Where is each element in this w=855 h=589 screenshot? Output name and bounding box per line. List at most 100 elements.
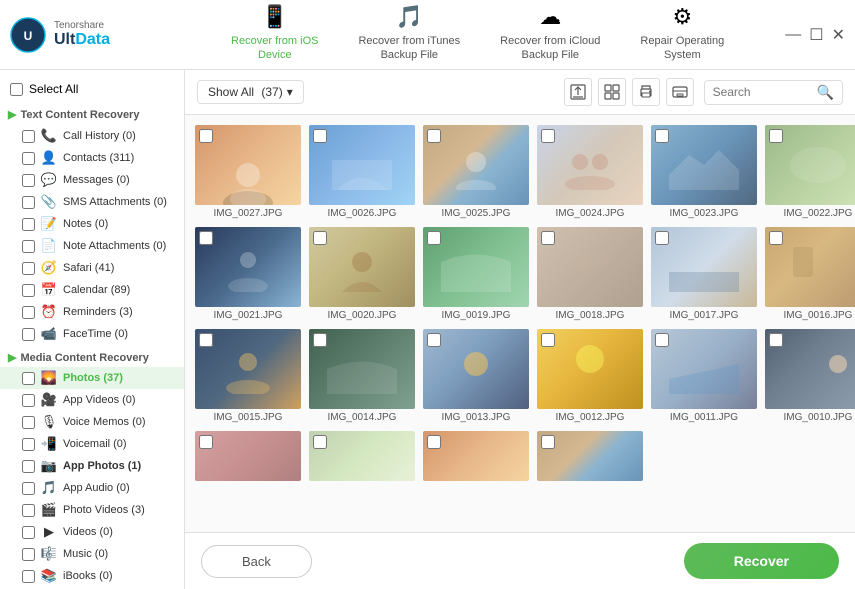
photo-thumb-img0024[interactable] bbox=[537, 125, 643, 205]
select-all-checkbox[interactable] bbox=[10, 83, 23, 96]
facetime-checkbox[interactable] bbox=[22, 328, 35, 341]
photo-select-0020[interactable] bbox=[313, 231, 327, 245]
grid-view-button[interactable] bbox=[598, 78, 626, 106]
safari-checkbox[interactable] bbox=[22, 262, 35, 275]
ibooks-checkbox[interactable] bbox=[22, 570, 35, 583]
export-device-button[interactable] bbox=[666, 78, 694, 106]
back-button[interactable]: Back bbox=[201, 545, 312, 578]
photo-thumb-img0022[interactable] bbox=[765, 125, 855, 205]
photo-select-0015[interactable] bbox=[199, 333, 213, 347]
sidebar-item-app-audio[interactable]: 🎵 App Audio (0) bbox=[0, 477, 184, 499]
note-attachments-checkbox[interactable] bbox=[22, 240, 35, 253]
photo-select-0027[interactable] bbox=[199, 129, 213, 143]
sidebar-item-voicemail[interactable]: 📲 Voicemail (0) bbox=[0, 433, 184, 455]
messages-checkbox[interactable] bbox=[22, 174, 35, 187]
sidebar-item-messages[interactable]: 💬 Messages (0) bbox=[0, 169, 184, 191]
tab-icloud[interactable]: ☁ Recover from iCloudBackup File bbox=[480, 0, 620, 75]
photo-select-0011[interactable] bbox=[655, 333, 669, 347]
export-button[interactable] bbox=[564, 78, 592, 106]
minimize-button[interactable]: — bbox=[785, 26, 801, 44]
photo-select-0019[interactable] bbox=[427, 231, 441, 245]
photo-select-0024[interactable] bbox=[541, 129, 555, 143]
sidebar-item-sms-attachments[interactable]: 📎 SMS Attachments (0) bbox=[0, 191, 184, 213]
photo-select-0010[interactable] bbox=[769, 333, 783, 347]
photo-select-0009[interactable] bbox=[199, 435, 213, 449]
videos-checkbox[interactable] bbox=[22, 526, 35, 539]
sidebar-item-music[interactable]: 🎼 Music (0) bbox=[0, 543, 184, 565]
tab-ios[interactable]: 📱 Recover from iOSDevice bbox=[211, 0, 338, 75]
search-box[interactable]: 🔍 bbox=[704, 80, 843, 105]
sidebar-item-videos[interactable]: ▶ Videos (0) bbox=[0, 521, 184, 543]
close-button[interactable]: ✕ bbox=[832, 25, 845, 45]
recover-button[interactable]: Recover bbox=[684, 543, 839, 579]
photo-select-0012[interactable] bbox=[541, 333, 555, 347]
photo-videos-checkbox[interactable] bbox=[22, 504, 35, 517]
photo-thumb-img0017[interactable] bbox=[651, 227, 757, 307]
reminders-checkbox[interactable] bbox=[22, 306, 35, 319]
maximize-button[interactable]: ☐ bbox=[809, 25, 823, 45]
photo-thumb-img0013[interactable] bbox=[423, 329, 529, 409]
photo-select-0007[interactable] bbox=[427, 435, 441, 449]
sidebar-item-app-photos[interactable]: 📷 App Photos (1) bbox=[0, 455, 184, 477]
calendar-checkbox[interactable] bbox=[22, 284, 35, 297]
photo-select-0022[interactable] bbox=[769, 129, 783, 143]
sidebar-item-contacts[interactable]: 👤 Contacts (311) bbox=[0, 147, 184, 169]
sidebar-item-voice-memos[interactable]: 🎙 Voice Memos (0) bbox=[0, 411, 184, 433]
music-checkbox[interactable] bbox=[22, 548, 35, 561]
photo-thumb-img0021[interactable] bbox=[195, 227, 301, 307]
tab-repair[interactable]: ⚙ Repair OperatingSystem bbox=[620, 0, 744, 75]
photo-select-0018[interactable] bbox=[541, 231, 555, 245]
contacts-checkbox[interactable] bbox=[22, 152, 35, 165]
photo-select-0026[interactable] bbox=[313, 129, 327, 143]
sidebar-item-call-history[interactable]: 📞 Call History (0) bbox=[0, 125, 184, 147]
sidebar-item-photo-videos[interactable]: 🎬 Photo Videos (3) bbox=[0, 499, 184, 521]
app-videos-checkbox[interactable] bbox=[22, 394, 35, 407]
sidebar-item-calendar[interactable]: 📅 Calendar (89) bbox=[0, 279, 184, 301]
sidebar-item-reminders[interactable]: ⏰ Reminders (3) bbox=[0, 301, 184, 323]
photo-thumb-img0027[interactable] bbox=[195, 125, 301, 205]
photo-thumb-img0008[interactable] bbox=[309, 431, 415, 481]
photo-select-0006[interactable] bbox=[541, 435, 555, 449]
call-history-checkbox[interactable] bbox=[22, 130, 35, 143]
sidebar-item-facetime[interactable]: 📹 FaceTime (0) bbox=[0, 323, 184, 345]
notes-checkbox[interactable] bbox=[22, 218, 35, 231]
sidebar-item-note-attachments[interactable]: 📄 Note Attachments (0) bbox=[0, 235, 184, 257]
search-icon[interactable]: 🔍 bbox=[817, 84, 834, 101]
photos-checkbox[interactable] bbox=[22, 372, 35, 385]
sidebar-item-app-videos[interactable]: 🎥 App Videos (0) bbox=[0, 389, 184, 411]
photo-thumb-img0012[interactable] bbox=[537, 329, 643, 409]
sidebar-item-notes[interactable]: 📝 Notes (0) bbox=[0, 213, 184, 235]
photo-select-0025[interactable] bbox=[427, 129, 441, 143]
photo-thumb-img0016[interactable] bbox=[765, 227, 855, 307]
app-photos-checkbox[interactable] bbox=[22, 460, 35, 473]
photo-thumb-img0011[interactable] bbox=[651, 329, 757, 409]
tab-itunes[interactable]: 🎵 Recover from iTunesBackup File bbox=[338, 0, 480, 75]
photo-thumb-img0026[interactable] bbox=[309, 125, 415, 205]
photo-thumb-img0015[interactable] bbox=[195, 329, 301, 409]
photo-select-0017[interactable] bbox=[655, 231, 669, 245]
photo-select-0014[interactable] bbox=[313, 333, 327, 347]
photo-thumb-img0010[interactable] bbox=[765, 329, 855, 409]
search-input[interactable] bbox=[713, 85, 813, 99]
show-all-button[interactable]: Show All (37) ▾ bbox=[197, 80, 304, 104]
photo-thumb-img0006[interactable] bbox=[537, 431, 643, 481]
photo-thumb-img0009[interactable] bbox=[195, 431, 301, 481]
photo-select-0021[interactable] bbox=[199, 231, 213, 245]
print-button[interactable] bbox=[632, 78, 660, 106]
voice-memos-checkbox[interactable] bbox=[22, 416, 35, 429]
photo-select-0023[interactable] bbox=[655, 129, 669, 143]
photo-select-0016[interactable] bbox=[769, 231, 783, 245]
sidebar-item-photos[interactable]: 🌄 Photos (37) bbox=[0, 367, 184, 389]
photo-thumb-img0018[interactable] bbox=[537, 227, 643, 307]
select-all-row[interactable]: Select All bbox=[0, 78, 184, 104]
photo-thumb-img0019[interactable] bbox=[423, 227, 529, 307]
photo-thumb-img0023[interactable] bbox=[651, 125, 757, 205]
photo-thumb-img0007[interactable] bbox=[423, 431, 529, 481]
photo-select-0008[interactable] bbox=[313, 435, 327, 449]
voicemail-checkbox[interactable] bbox=[22, 438, 35, 451]
photo-thumb-img0025[interactable] bbox=[423, 125, 529, 205]
app-audio-checkbox[interactable] bbox=[22, 482, 35, 495]
sidebar-item-safari[interactable]: 🧭 Safari (41) bbox=[0, 257, 184, 279]
photo-thumb-img0014[interactable] bbox=[309, 329, 415, 409]
photo-thumb-img0020[interactable] bbox=[309, 227, 415, 307]
